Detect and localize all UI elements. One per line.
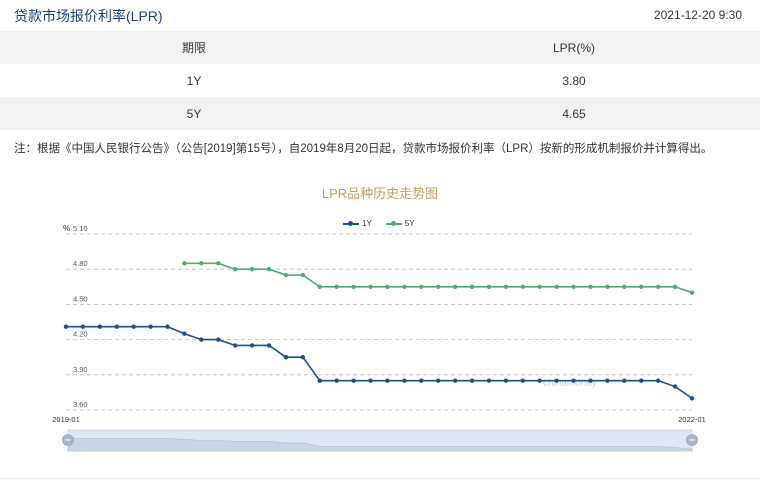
- data-point-5y: [199, 261, 204, 266]
- data-point-5y: [249, 267, 255, 272]
- data-point-5y: [216, 261, 221, 266]
- data-point-1y: [419, 378, 424, 383]
- y-tick-label: 4.20: [73, 330, 88, 339]
- data-point-1y: [114, 324, 119, 329]
- data-point-5y: [503, 284, 509, 289]
- data-point-5y: [672, 284, 678, 289]
- data-point-1y: [63, 324, 69, 329]
- data-point-5y: [436, 284, 441, 289]
- data-point-1y: [165, 324, 170, 329]
- data-point-5y: [402, 284, 407, 289]
- x-tick-label-start: 2019-01: [52, 415, 80, 424]
- data-point-5y: [385, 284, 390, 289]
- y-tick-label: 3.60: [73, 400, 88, 409]
- lpr-page: 贷款市场报价利率(LPR) 2021-12-20 9:30 期限 LPR(%) …: [0, 0, 775, 491]
- data-point-5y: [283, 272, 289, 278]
- data-point-1y: [216, 337, 221, 342]
- data-point-5y: [622, 284, 627, 289]
- data-point-1y: [655, 378, 661, 383]
- data-point-1y: [249, 343, 255, 348]
- data-point-5y: [639, 284, 644, 289]
- data-point-1y: [148, 324, 153, 329]
- data-point-1y: [452, 378, 458, 383]
- data-point-1y: [283, 355, 289, 360]
- y-tick-label: 5.10: [73, 224, 88, 233]
- data-point-1y: [571, 378, 576, 383]
- data-point-5y: [266, 267, 272, 272]
- data-point-1y: [182, 331, 187, 336]
- data-point-5y: [300, 272, 306, 278]
- y-tick-label: 4.80: [73, 259, 88, 268]
- data-point-1y: [300, 355, 306, 360]
- data-point-1y: [605, 378, 610, 383]
- data-point-1y: [469, 378, 475, 383]
- series-line-1y: [66, 325, 693, 399]
- data-point-5y: [182, 261, 187, 266]
- x-tick-label-end: 2022-01: [678, 415, 706, 424]
- data-point-5y: [368, 284, 373, 289]
- lpr-line-chart: % 5.104.804.504.203.903.60chinamoney2019-…: [52, 224, 706, 452]
- data-point-1y: [351, 378, 356, 383]
- data-point-1y: [131, 324, 136, 329]
- data-point-5y: [571, 284, 576, 289]
- data-point-5y: [419, 284, 424, 289]
- data-point-1y: [554, 378, 559, 383]
- data-point-1y: [672, 384, 678, 389]
- data-point-1y: [588, 378, 593, 383]
- data-point-1y: [622, 378, 627, 383]
- data-point-5y: [605, 284, 610, 289]
- data-point-1y: [232, 343, 238, 348]
- data-point-1y: [402, 378, 407, 383]
- data-point-5y: [689, 290, 695, 295]
- data-point-5y: [334, 284, 339, 289]
- data-point-1y: [639, 378, 644, 383]
- data-point-1y: [317, 378, 322, 383]
- data-point-5y: [554, 284, 559, 289]
- data-point-5y: [232, 267, 238, 272]
- data-point-1y: [97, 324, 103, 329]
- data-point-5y: [588, 284, 593, 289]
- data-point-5y: [486, 284, 492, 289]
- data-point-1y: [266, 343, 272, 348]
- data-point-5y: [317, 284, 322, 289]
- data-point-1y: [334, 378, 339, 383]
- data-point-5y: [469, 284, 475, 289]
- data-point-1y: [520, 378, 526, 383]
- data-point-1y: [503, 378, 509, 383]
- data-point-5y: [520, 284, 526, 289]
- data-point-1y: [80, 324, 86, 329]
- y-axis-unit-label: %: [63, 224, 70, 233]
- divider: [0, 478, 760, 479]
- data-point-1y: [436, 378, 441, 383]
- data-point-1y: [486, 378, 492, 383]
- data-point-5y: [351, 284, 356, 289]
- data-point-5y: [537, 284, 542, 289]
- data-point-1y: [199, 337, 204, 342]
- y-tick-label: 3.90: [73, 365, 88, 374]
- data-point-1y: [385, 378, 390, 383]
- y-tick-label: 4.50: [73, 294, 88, 303]
- data-point-5y: [655, 284, 661, 289]
- data-point-1y: [368, 378, 373, 383]
- data-point-5y: [452, 284, 458, 289]
- data-point-1y: [537, 378, 542, 383]
- data-point-1y: [689, 396, 695, 401]
